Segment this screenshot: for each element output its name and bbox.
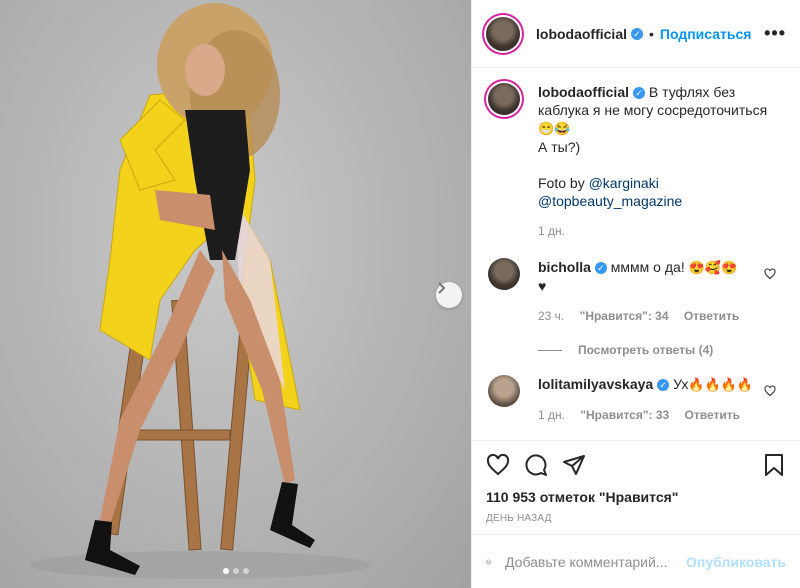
post-header: lobodaofficial ✓ • Подписаться ••• xyxy=(472,0,800,68)
comment-input[interactable] xyxy=(505,553,687,570)
comment-emoji: 🔥🔥🔥🔥 xyxy=(688,377,754,392)
comment-username[interactable]: bicholla xyxy=(538,259,591,275)
verified-icon: ✓ xyxy=(594,262,607,275)
caption-username[interactable]: lobodaofficial xyxy=(538,84,629,100)
heart-icon[interactable] xyxy=(486,453,510,477)
share-icon[interactable] xyxy=(562,453,586,477)
commenter-avatar[interactable] xyxy=(488,258,520,290)
caption-question: А ты?) xyxy=(538,139,581,155)
comment-extra: ♥ xyxy=(538,278,547,294)
mention-topbeauty[interactable]: @topbeauty_magazine xyxy=(538,193,682,209)
carousel-dot-2 xyxy=(232,568,239,574)
next-photo-button[interactable] xyxy=(436,282,462,308)
comment-time[interactable]: 1 дн. xyxy=(538,408,565,422)
carousel-indicator xyxy=(0,568,471,574)
bookmark-icon[interactable] xyxy=(762,453,786,477)
comment-emoji: 😍🥰😍 xyxy=(688,260,738,275)
verified-icon: ✓ xyxy=(657,379,670,392)
comment-likes[interactable]: "Нравится": 34 xyxy=(580,309,669,323)
carousel-dot-3 xyxy=(242,568,249,574)
reply-button[interactable]: Ответить xyxy=(685,408,740,422)
heart-icon[interactable] xyxy=(764,385,776,397)
publish-button[interactable]: Опубликовать xyxy=(686,554,786,570)
add-comment-bar: Опубликовать xyxy=(472,534,800,588)
heart-icon[interactable] xyxy=(764,268,776,280)
comment-icon[interactable] xyxy=(524,453,548,477)
author-avatar-small[interactable] xyxy=(488,83,520,115)
reply-button[interactable]: Ответить xyxy=(684,309,739,323)
more-icon[interactable]: ••• xyxy=(764,23,786,44)
author-avatar[interactable] xyxy=(486,16,520,51)
commenter-avatar[interactable] xyxy=(488,375,520,407)
comment-item: bicholla ✓ мммм о да! 😍🥰😍 ♥ 23 ч. "Нравит… xyxy=(488,258,784,325)
verified-icon: ✓ xyxy=(631,27,643,40)
follow-button[interactable]: Подписаться xyxy=(660,26,752,42)
post-photo[interactable] xyxy=(0,0,471,588)
chevron-right-icon xyxy=(438,282,446,294)
mention-karginaki[interactable]: @karginaki xyxy=(589,175,659,191)
view-replies-button[interactable]: Посмотреть ответы (4) xyxy=(538,343,784,357)
header-separator: • xyxy=(649,25,654,42)
comments-list: lobodaofficial ✓ В туфлях без каблука я н… xyxy=(472,69,800,439)
post-date[interactable]: день назад xyxy=(486,513,786,524)
post-sidebar: lobodaofficial ✓ • Подписаться ••• lobod… xyxy=(471,0,800,588)
comment-item: lolitamilyavskaya ✓ Ух🔥🔥🔥🔥 1 дн. "Нравитс… xyxy=(488,375,784,424)
comment-text: мммм о да! xyxy=(610,259,685,275)
comment-likes[interactable]: "Нравится": 33 xyxy=(580,408,669,422)
view-replies-label: Посмотреть ответы (4) xyxy=(578,343,714,357)
replies-line xyxy=(538,349,562,351)
author-username[interactable]: lobodaofficial xyxy=(536,26,627,42)
emoji-icon[interactable] xyxy=(486,550,491,574)
caption: lobodaofficial ✓ В туфлях без каблука я н… xyxy=(488,83,784,240)
post-actions: 110 953 отметок "Нравится" день назад xyxy=(472,440,800,524)
likes-count[interactable]: 110 953 отметок "Нравится" xyxy=(486,489,786,505)
comment-time[interactable]: 23 ч. xyxy=(538,309,564,323)
caption-emoji: 😁😂 xyxy=(538,121,571,136)
verified-icon: ✓ xyxy=(633,87,645,100)
comment-text: Ух xyxy=(673,376,689,392)
photo-illustration xyxy=(30,3,370,579)
carousel-dot-1 xyxy=(222,568,229,574)
credit-prefix: Foto by xyxy=(538,175,585,191)
caption-time[interactable]: 1 дн. xyxy=(538,224,565,238)
comment-username[interactable]: lolitamilyavskaya xyxy=(538,376,653,392)
